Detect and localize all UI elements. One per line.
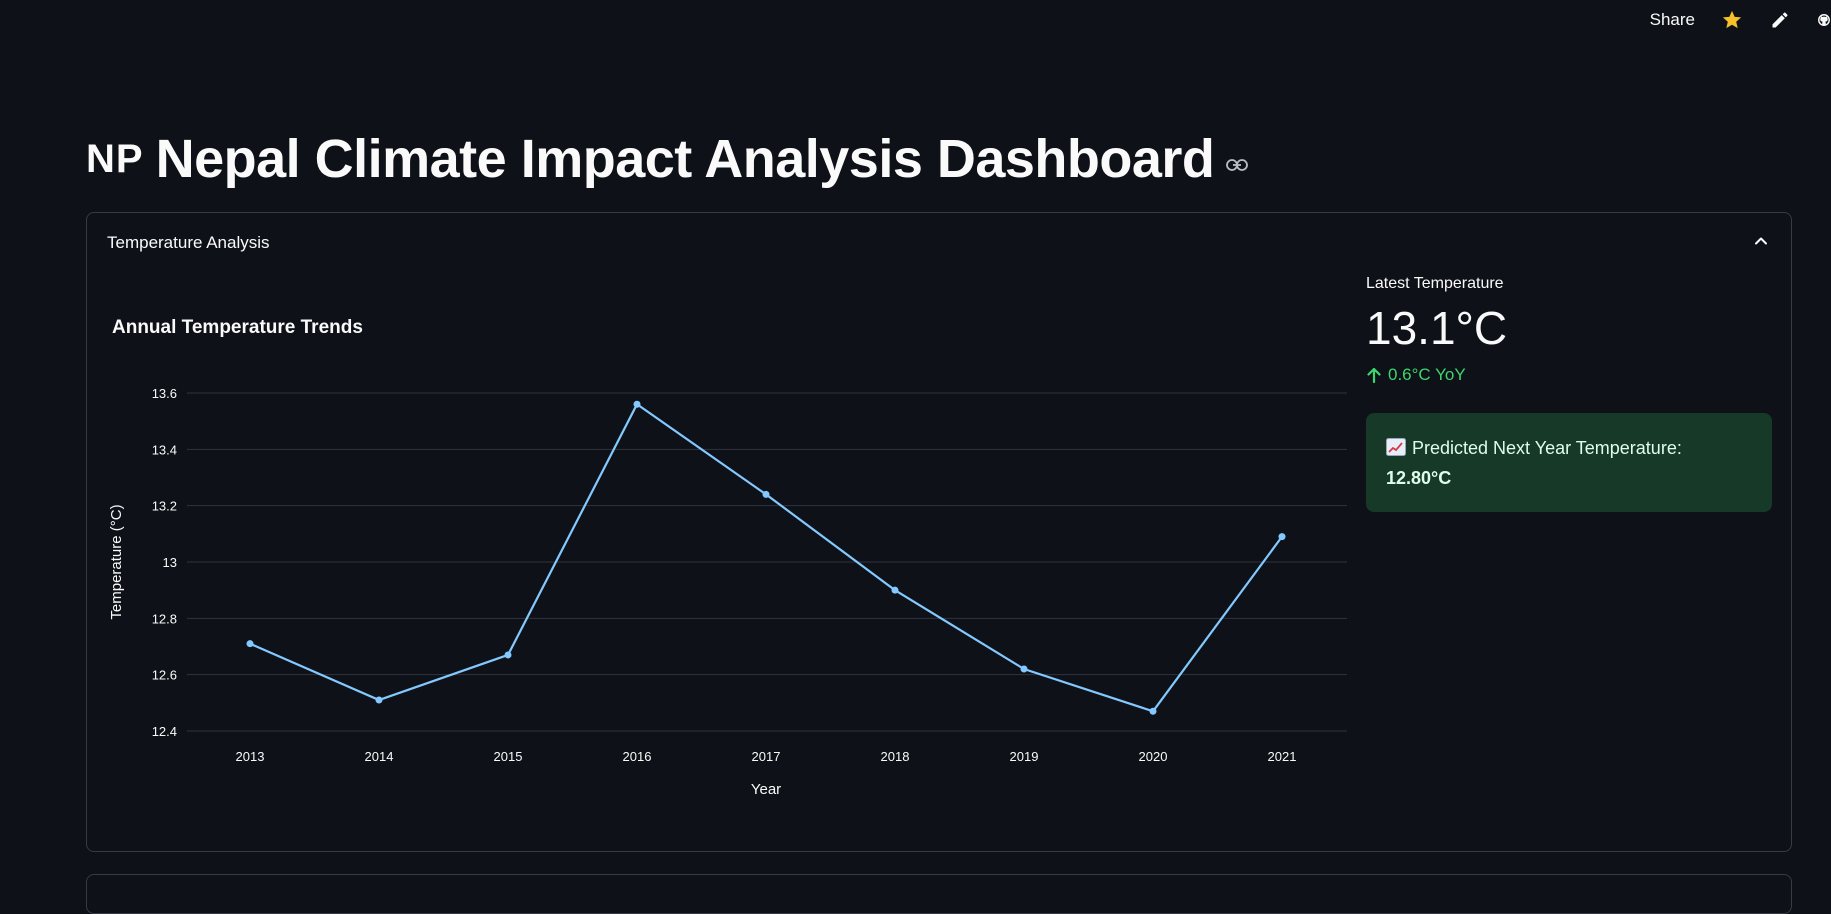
link-icon[interactable] bbox=[1226, 158, 1249, 172]
x-tick-label: 2020 bbox=[1139, 749, 1168, 764]
y-tick-label: 12.4 bbox=[152, 724, 177, 739]
next-expander[interactable] bbox=[86, 874, 1792, 914]
metric-label: Latest Temperature bbox=[1366, 275, 1504, 292]
x-tick-label: 2017 bbox=[752, 749, 781, 764]
y-tick-label: 13.4 bbox=[152, 442, 177, 457]
page-title: Nepal Climate Impact Analysis Dashboard bbox=[155, 129, 1215, 189]
y-axis-title: Temperature (°C) bbox=[108, 504, 125, 619]
data-point bbox=[633, 400, 641, 408]
github-icon[interactable] bbox=[1817, 9, 1831, 31]
series-line bbox=[249, 402, 1283, 713]
chart-increasing-icon bbox=[1386, 438, 1406, 456]
x-tick-label: 2015 bbox=[494, 749, 523, 764]
y-tick-label: 12.8 bbox=[152, 611, 177, 626]
x-tick-label: 2013 bbox=[236, 749, 265, 764]
arrow-up-icon bbox=[1367, 367, 1381, 384]
y-tick-label: 13 bbox=[163, 555, 177, 570]
data-point bbox=[1149, 707, 1157, 715]
data-point bbox=[1278, 533, 1286, 541]
x-axis-title: Year bbox=[751, 781, 781, 798]
x-tick-label: 2014 bbox=[365, 749, 394, 764]
metric-value: 13.1°C bbox=[1366, 302, 1508, 354]
toolbar: Share bbox=[1650, 0, 1831, 40]
metric-delta: 0.6°C YoY bbox=[1366, 365, 1507, 385]
x-tick-label: 2021 bbox=[1268, 749, 1297, 764]
page-header: NP Nepal Climate Impact Analysis Dashboa… bbox=[86, 128, 1249, 190]
star-icon[interactable] bbox=[1721, 9, 1743, 31]
data-point bbox=[762, 490, 770, 498]
temperature-line-chart[interactable]: 12.4 12.6 12.8 13 13.2 13.4 13.6 2013 2014 2015 20… bbox=[87, 213, 1347, 853]
y-tick-label: 12.6 bbox=[152, 668, 177, 683]
y-tick-label: 13.6 bbox=[152, 386, 177, 401]
temperature-analysis-expander: Temperature Analysis Annual Temperature … bbox=[86, 212, 1792, 852]
x-tick-label: 2019 bbox=[1010, 749, 1039, 764]
data-point bbox=[375, 696, 383, 704]
latest-temperature-metric: Latest Temperature 13.1°C 0.6°C YoY bbox=[1366, 275, 1507, 385]
y-tick-label: 13.2 bbox=[152, 499, 177, 514]
data-point bbox=[504, 651, 512, 659]
metric-delta-text: 0.6°C YoY bbox=[1388, 365, 1466, 384]
prediction-label: Predicted Next Year Temperature: bbox=[1412, 438, 1682, 458]
x-tick-label: 2016 bbox=[623, 749, 652, 764]
edit-icon[interactable] bbox=[1769, 9, 1791, 31]
data-point bbox=[246, 640, 254, 648]
x-tick-label: 2018 bbox=[881, 749, 910, 764]
prediction-success-box: Predicted Next Year Temperature: 12.80°C bbox=[1366, 413, 1772, 512]
nepal-flag-icon: NP bbox=[86, 136, 144, 181]
prediction-value: 12.80°C bbox=[1386, 468, 1452, 488]
data-point bbox=[1020, 665, 1028, 673]
data-point bbox=[891, 586, 899, 594]
chevron-up-icon[interactable] bbox=[1753, 233, 1769, 253]
share-button[interactable]: Share bbox=[1650, 10, 1695, 30]
